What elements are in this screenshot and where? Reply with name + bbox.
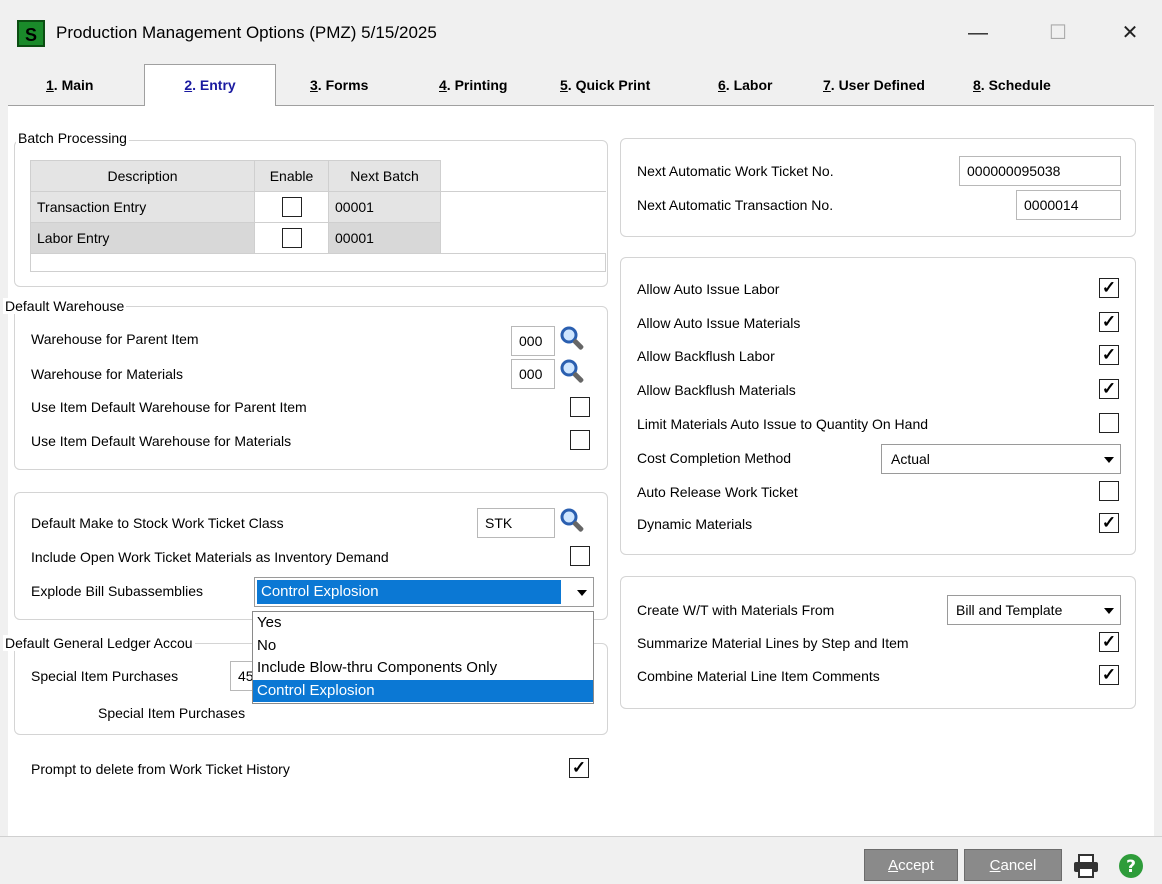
summarize-lines-label: Summarize Material Lines by Step and Ite…: [637, 635, 909, 651]
chevron-down-icon: [1104, 608, 1114, 614]
warehouse-materials-input[interactable]: 000: [511, 359, 555, 389]
special-purchases-label: Special Item Purchases: [31, 668, 179, 684]
auto-numbers-group: [620, 138, 1136, 237]
dropdown-option-yes[interactable]: Yes: [253, 612, 593, 635]
tab-forms[interactable]: 3. Forms: [310, 77, 368, 93]
batch-enable-checkbox[interactable]: [282, 197, 302, 217]
backflush-labor-label: Allow Backflush Labor: [637, 348, 775, 364]
svg-text:?: ?: [1126, 857, 1136, 877]
dropdown-option-control-explosion[interactable]: Control Explosion: [253, 679, 593, 702]
batch-row-description: Labor Entry: [30, 222, 255, 254]
close-button[interactable]: ✕: [1110, 16, 1150, 50]
explode-bill-label: Explode Bill Subassemblies: [31, 583, 203, 599]
chevron-down-icon: [577, 590, 587, 596]
next-transaction-label: Next Automatic Transaction No.: [637, 197, 834, 213]
search-icon[interactable]: [559, 507, 585, 535]
explode-bill-select[interactable]: Control Explosion: [254, 577, 594, 607]
explode-bill-selected: Control Explosion: [257, 580, 561, 604]
batch-row-enable-cell: [254, 222, 329, 254]
maximize-button[interactable]: ☐: [1038, 16, 1078, 50]
tab-printing[interactable]: 4. Printing: [439, 77, 507, 93]
batch-processing-title: Batch Processing: [16, 130, 129, 146]
summarize-lines-checkbox[interactable]: ✓: [1099, 632, 1119, 652]
cost-method-select[interactable]: Actual: [881, 444, 1121, 474]
tab-user-defined[interactable]: 7. User Defined: [823, 77, 925, 93]
batch-row-description: Transaction Entry: [30, 191, 255, 223]
backflush-labor-checkbox[interactable]: ✓: [1099, 345, 1119, 365]
cost-method-value: Actual: [891, 451, 930, 467]
warehouse-materials-label: Warehouse for Materials: [31, 366, 183, 382]
explode-bill-dropdown[interactable]: Yes No Include Blow-thru Components Only…: [252, 611, 594, 704]
combine-comments-checkbox[interactable]: ✓: [1099, 665, 1119, 685]
chevron-down-icon: [1104, 457, 1114, 463]
dropdown-option-blow-thru[interactable]: Include Blow-thru Components Only: [253, 657, 593, 680]
batch-row-enable-cell: [254, 191, 329, 223]
auto-issue-materials-checkbox[interactable]: ✓: [1099, 312, 1119, 332]
tab-schedule[interactable]: 8. Schedule: [973, 77, 1051, 93]
tab-labor[interactable]: 6. Labor: [718, 77, 772, 93]
use-parent-warehouse-checkbox[interactable]: [570, 397, 590, 417]
create-wt-select[interactable]: Bill and Template: [947, 595, 1121, 625]
next-work-ticket-label: Next Automatic Work Ticket No.: [637, 163, 834, 179]
search-icon[interactable]: [559, 358, 585, 386]
dynamic-materials-label: Dynamic Materials: [637, 516, 753, 532]
batch-enable-checkbox[interactable]: [282, 228, 302, 248]
warehouse-parent-label: Warehouse for Parent Item: [31, 331, 199, 347]
stock-class-input[interactable]: STK: [477, 508, 555, 538]
issue-options-group: [620, 257, 1136, 555]
auto-issue-materials-label: Allow Auto Issue Materials: [637, 315, 801, 331]
tab-bar: 1. Main 2. Entry 3. Forms 4. Printing 5.…: [8, 64, 1154, 108]
search-icon[interactable]: [559, 325, 585, 353]
help-icon[interactable]: ?: [1117, 852, 1145, 880]
next-transaction-input[interactable]: 0000014: [1016, 190, 1121, 220]
backflush-materials-checkbox[interactable]: ✓: [1099, 379, 1119, 399]
next-work-ticket-input[interactable]: 000000095038: [959, 156, 1121, 186]
backflush-materials-label: Allow Backflush Materials: [637, 382, 796, 398]
cost-method-label: Cost Completion Method: [637, 450, 792, 466]
use-materials-warehouse-label: Use Item Default Warehouse for Materials: [31, 433, 292, 449]
create-wt-label: Create W/T with Materials From: [637, 602, 835, 618]
use-parent-warehouse-label: Use Item Default Warehouse for Parent It…: [31, 399, 307, 415]
batch-header-description: Description: [30, 160, 255, 192]
gl-accounts-title: Default General Ledger Accou: [3, 635, 195, 651]
include-open-label: Include Open Work Ticket Materials as In…: [31, 549, 389, 565]
batch-table: Description Enable Next Batch Transactio…: [30, 160, 606, 272]
auto-release-checkbox[interactable]: [1099, 481, 1119, 501]
dynamic-materials-checkbox[interactable]: ✓: [1099, 513, 1119, 533]
create-wt-value: Bill and Template: [956, 602, 1063, 618]
special-purchases-description: Special Item Purchases: [98, 705, 246, 721]
use-materials-warehouse-checkbox[interactable]: [570, 430, 590, 450]
tab-main[interactable]: 1. Main: [46, 77, 93, 93]
prompt-delete-checkbox[interactable]: ✓: [569, 758, 589, 778]
window-title: Production Management Options (PMZ) 5/15…: [56, 23, 437, 42]
tab-quick-print[interactable]: 5. Quick Print: [560, 77, 650, 93]
printer-icon[interactable]: [1072, 853, 1100, 879]
combine-comments-label: Combine Material Line Item Comments: [637, 668, 880, 684]
default-warehouse-title: Default Warehouse: [3, 298, 127, 314]
app-icon: S: [17, 20, 45, 47]
minimize-button[interactable]: —: [958, 16, 998, 50]
auto-issue-labor-label: Allow Auto Issue Labor: [637, 281, 780, 297]
auto-issue-labor-checkbox[interactable]: ✓: [1099, 278, 1119, 298]
accept-button[interactable]: Accept: [864, 849, 958, 881]
batch-header-enable: Enable: [254, 160, 329, 192]
limit-materials-label: Limit Materials Auto Issue to Quantity O…: [637, 416, 929, 432]
cancel-button[interactable]: Cancel: [964, 849, 1062, 881]
auto-release-label: Auto Release Work Ticket: [637, 484, 798, 500]
limit-materials-checkbox[interactable]: [1099, 413, 1119, 433]
include-open-checkbox[interactable]: [570, 546, 590, 566]
title-bar: S Production Management Options (PMZ) 5/…: [0, 0, 1162, 64]
warehouse-parent-input[interactable]: 000: [511, 326, 555, 356]
dropdown-option-no[interactable]: No: [253, 635, 593, 658]
batch-row-next: 00001: [328, 191, 441, 223]
stock-class-label: Default Make to Stock Work Ticket Class: [31, 515, 284, 531]
batch-header-next: Next Batch: [328, 160, 441, 192]
tab-entry[interactable]: 2. Entry: [144, 64, 276, 108]
batch-row-next: 00001: [328, 222, 441, 254]
prompt-delete-label: Prompt to delete from Work Ticket Histor…: [31, 761, 290, 777]
